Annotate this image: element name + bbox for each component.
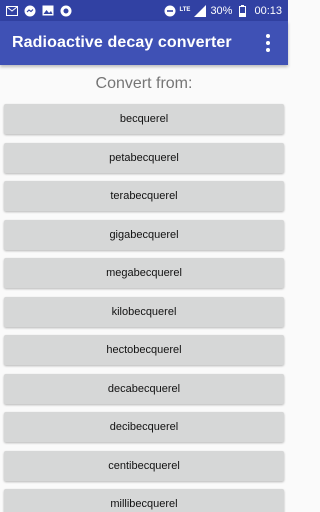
notification-icons [6, 5, 72, 17]
clock: 00:13 [254, 4, 282, 17]
unit-button-gigabecquerel[interactable]: gigabecquerel [4, 219, 284, 250]
app-title: Radioactive decay converter [12, 34, 232, 51]
minus-circle-icon [164, 5, 176, 17]
unit-button-millibecquerel[interactable]: millibecquerel [4, 489, 284, 512]
image-icon [42, 5, 54, 17]
app-bar: Radioactive decay converter [0, 21, 288, 65]
gmail-icon [6, 5, 18, 17]
unit-button-centibecquerel[interactable]: centibecquerel [4, 450, 284, 481]
battery-icon [236, 4, 248, 17]
app-circle-icon [60, 5, 72, 17]
unit-button-megabecquerel[interactable]: megabecquerel [4, 258, 284, 288]
section-title: Convert from: [95, 75, 193, 92]
unit-button-terabecquerel[interactable]: terabecquerel [4, 181, 284, 211]
system-icons: LTE 30% 00:13 [164, 4, 282, 17]
unit-button-kilobecquerel[interactable]: kilobecquerel [4, 296, 284, 327]
unit-button-hectobecquerel[interactable]: hectobecquerel [4, 335, 284, 365]
unit-list: becquerel petabecquerel terabecquerel gi… [4, 104, 284, 512]
main-content: Convert from: becquerel petabecquerel te… [0, 73, 288, 512]
more-vert-icon[interactable] [260, 31, 276, 55]
unit-button-petabecquerel[interactable]: petabecquerel [4, 142, 284, 173]
battery-percent: 30% [210, 4, 233, 17]
messenger-icon [24, 5, 36, 17]
lte-label: LTE [179, 6, 191, 13]
unit-button-decabecquerel[interactable]: decabecquerel [4, 373, 284, 404]
unit-button-decibecquerel[interactable]: decibecquerel [4, 412, 284, 442]
unit-button-becquerel[interactable]: becquerel [4, 104, 284, 134]
status-bar: LTE 30% 00:13 [0, 0, 288, 21]
signal-icon [194, 4, 207, 17]
